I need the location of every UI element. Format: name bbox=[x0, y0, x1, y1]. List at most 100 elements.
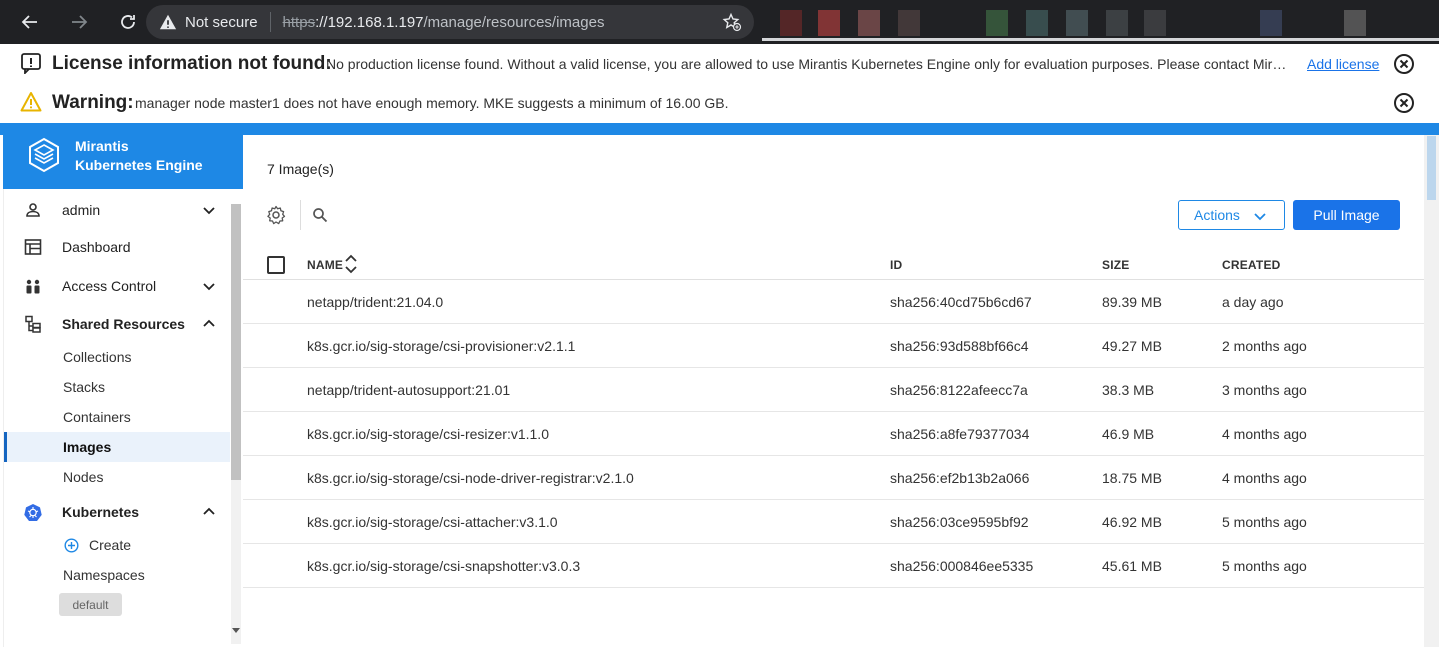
warning-triangle-icon bbox=[159, 14, 177, 30]
image-id: sha256:03ce9595bf92 bbox=[890, 514, 1029, 530]
table-row[interactable]: k8s.gcr.io/sig-storage/csi-snapshotter:v… bbox=[243, 544, 1424, 588]
column-header-size[interactable]: SIZE bbox=[1102, 258, 1129, 272]
image-size: 45.61 MB bbox=[1102, 558, 1162, 574]
sidebar-item-namespaces-label: Namespaces bbox=[63, 567, 145, 583]
table-row[interactable]: k8s.gcr.io/sig-storage/csi-resizer:v1.1.… bbox=[243, 412, 1424, 456]
arrow-left-icon bbox=[21, 15, 37, 29]
column-header-name[interactable]: NAME bbox=[307, 258, 343, 272]
alert-message-icon bbox=[21, 53, 41, 74]
image-created: 4 months ago bbox=[1222, 470, 1307, 486]
sidebar-item-dashboard[interactable]: Dashboard bbox=[4, 232, 230, 262]
image-id: sha256:a8fe79377034 bbox=[890, 426, 1030, 442]
plus-circle-icon bbox=[64, 537, 79, 553]
toolbar-highlight-line bbox=[762, 38, 1439, 41]
brand-name-line1: Mirantis bbox=[75, 138, 129, 154]
license-banner: License information not found: No produc… bbox=[0, 44, 1439, 84]
mirantis-logo-icon bbox=[29, 137, 59, 173]
sidebar-item-stacks[interactable]: Stacks bbox=[4, 372, 230, 402]
image-name: k8s.gcr.io/sig-storage/csi-attacher:v3.1… bbox=[307, 514, 558, 530]
image-size: 46.9 MB bbox=[1102, 426, 1155, 442]
sidebar-item-namespaces[interactable]: Namespaces bbox=[4, 560, 230, 590]
actions-dropdown-button[interactable]: Actions bbox=[1178, 200, 1285, 230]
pull-image-button[interactable]: Pull Image bbox=[1293, 200, 1400, 230]
user-icon bbox=[26, 203, 40, 217]
namespace-chip[interactable]: default bbox=[59, 593, 122, 616]
warning-banner-message: manager node master1 does not have enoug… bbox=[135, 95, 729, 111]
brand-name-line2: Kubernetes Engine bbox=[75, 157, 203, 173]
url-text: https://192.168.1.197/manage/resources/i… bbox=[283, 14, 605, 31]
table-row[interactable]: netapp/trident-autosupport:21.01 sha256:… bbox=[243, 368, 1424, 412]
image-size: 89.39 MB bbox=[1102, 294, 1162, 310]
image-name: k8s.gcr.io/sig-storage/csi-node-driver-r… bbox=[307, 470, 634, 486]
image-id: sha256:40cd75b6cd67 bbox=[890, 294, 1032, 310]
address-bar[interactable]: Not secure https://192.168.1.197/manage/… bbox=[146, 5, 754, 39]
chevron-down-icon bbox=[203, 207, 215, 215]
reload-button[interactable] bbox=[112, 6, 144, 38]
sidebar-item-containers-label: Containers bbox=[63, 409, 131, 425]
gear-icon[interactable] bbox=[266, 205, 286, 225]
sidebar-item-images[interactable]: Images bbox=[4, 432, 230, 462]
table-row[interactable]: netapp/trident:21.04.0 sha256:40cd75b6cd… bbox=[243, 280, 1424, 324]
bookmark-star-icon[interactable] bbox=[722, 12, 742, 32]
sidebar: admin Dashboard Access Control Shared Re… bbox=[3, 189, 243, 647]
add-license-link[interactable]: Add license bbox=[1307, 56, 1379, 72]
page-scrollbar-track[interactable] bbox=[1424, 135, 1439, 647]
sidebar-item-user[interactable]: admin bbox=[4, 195, 230, 225]
image-size: 49.27 MB bbox=[1102, 338, 1162, 354]
sort-icon[interactable] bbox=[344, 254, 358, 274]
image-created: 2 months ago bbox=[1222, 338, 1307, 354]
column-header-id[interactable]: ID bbox=[890, 258, 902, 272]
sidebar-item-shared-resources[interactable]: Shared Resources bbox=[4, 309, 230, 339]
image-created: 5 months ago bbox=[1222, 514, 1307, 530]
close-license-banner-icon[interactable] bbox=[1393, 53, 1415, 75]
table-row[interactable]: k8s.gcr.io/sig-storage/csi-provisioner:v… bbox=[243, 324, 1424, 368]
sidebar-item-nodes[interactable]: Nodes bbox=[4, 462, 230, 492]
select-all-checkbox[interactable] bbox=[267, 256, 285, 274]
close-warning-banner-icon[interactable] bbox=[1393, 92, 1415, 114]
url-scheme: https bbox=[282, 13, 316, 31]
image-id: sha256:8122afeecc7a bbox=[890, 382, 1028, 398]
sidebar-item-kubernetes-label: Kubernetes bbox=[62, 504, 140, 520]
chevron-down-icon bbox=[1254, 213, 1266, 221]
page-scrollbar-thumb[interactable] bbox=[1427, 136, 1436, 200]
sidebar-item-collections[interactable]: Collections bbox=[4, 342, 230, 372]
table-row[interactable]: k8s.gcr.io/sig-storage/csi-node-driver-r… bbox=[243, 456, 1424, 500]
sidebar-item-containers[interactable]: Containers bbox=[4, 402, 230, 432]
sidebar-item-dashboard-label: Dashboard bbox=[62, 239, 131, 255]
brand-header[interactable]: Mirantis Kubernetes Engine bbox=[3, 123, 243, 189]
not-secure-label: Not secure bbox=[185, 13, 258, 31]
people-icon bbox=[26, 279, 40, 294]
sidebar-item-kubernetes[interactable]: Kubernetes bbox=[4, 497, 230, 527]
shared-resources-icon bbox=[25, 315, 41, 333]
image-created: 5 months ago bbox=[1222, 558, 1307, 574]
warning-triangle-icon bbox=[20, 92, 42, 112]
chevron-down-icon bbox=[203, 283, 215, 291]
license-banner-message: No production license found. Without a v… bbox=[326, 56, 1292, 72]
table-row[interactable]: k8s.gcr.io/sig-storage/csi-attacher:v3.1… bbox=[243, 500, 1424, 544]
arrow-right-icon bbox=[72, 15, 88, 29]
sidebar-scrollbar-thumb[interactable] bbox=[231, 204, 241, 480]
omnibox-divider bbox=[269, 12, 271, 32]
table-header: NAME ID SIZE CREATED bbox=[243, 245, 1424, 280]
sidebar-item-shared-resources-label: Shared Resources bbox=[62, 316, 185, 332]
sidebar-item-stacks-label: Stacks bbox=[63, 379, 106, 395]
toolbar-divider bbox=[300, 200, 301, 230]
back-button[interactable] bbox=[14, 6, 46, 38]
sidebar-item-nodes-label: Nodes bbox=[63, 469, 104, 485]
image-created: a day ago bbox=[1222, 294, 1284, 310]
sidebar-item-access-control[interactable]: Access Control bbox=[4, 271, 230, 301]
sidebar-item-create[interactable]: Create bbox=[4, 530, 230, 560]
search-icon[interactable] bbox=[312, 207, 328, 223]
chevron-up-icon bbox=[203, 507, 215, 515]
forward-button[interactable] bbox=[63, 6, 95, 38]
dashboard-icon bbox=[24, 239, 42, 255]
column-header-created[interactable]: CREATED bbox=[1222, 258, 1281, 272]
kubernetes-icon bbox=[24, 504, 42, 521]
warning-banner-title: Warning: bbox=[52, 92, 134, 113]
url-path: /manage/resources/images bbox=[423, 13, 605, 31]
scroll-down-arrow-icon[interactable] bbox=[232, 626, 240, 634]
image-id: sha256:000846ee5335 bbox=[890, 558, 1034, 574]
chevron-up-icon bbox=[203, 319, 215, 327]
image-id: sha256:ef2b13b2a066 bbox=[890, 470, 1030, 486]
brand-name: Mirantis Kubernetes Engine bbox=[75, 137, 203, 175]
